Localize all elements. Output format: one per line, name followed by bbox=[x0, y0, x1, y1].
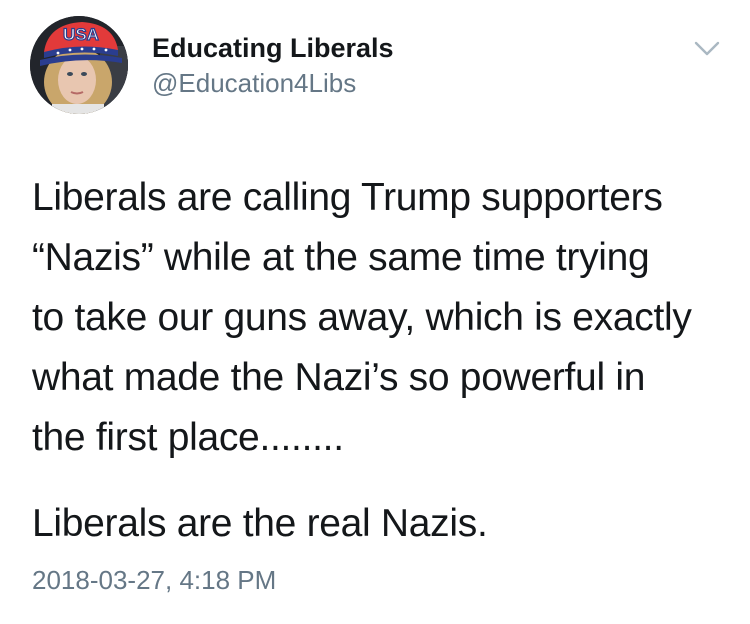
avatar[interactable]: USA bbox=[30, 16, 128, 114]
chevron-down-icon[interactable] bbox=[692, 36, 722, 60]
tweet-body-line: Liberals are calling Trump supporters bbox=[32, 176, 663, 219]
tweet-body-line: the first place........ bbox=[32, 416, 344, 459]
avatar-photo: USA bbox=[30, 16, 128, 114]
author-handle[interactable]: @Education4Libs bbox=[152, 66, 356, 100]
tweet-body-paragraph-2: Liberals are the real Nazis. bbox=[32, 502, 488, 545]
tweet-timestamp[interactable]: 2018-03-27, 4:18 PM bbox=[32, 562, 276, 598]
tweet-body-line: what made the Nazi’s so powerful in bbox=[32, 356, 646, 399]
tweet-body-line: to take our guns away, which is exactly bbox=[32, 296, 692, 339]
author-display-name[interactable]: Educating Liberals bbox=[152, 30, 394, 66]
tweet-body: Liberals are calling Trump supporters “N… bbox=[32, 168, 732, 468]
tweet-body-line: “Nazis” while at the same time trying bbox=[32, 236, 650, 279]
tweet-card: USA Educating Liberals @Education4Libs L… bbox=[0, 0, 750, 624]
hat-text: USA bbox=[63, 25, 99, 44]
